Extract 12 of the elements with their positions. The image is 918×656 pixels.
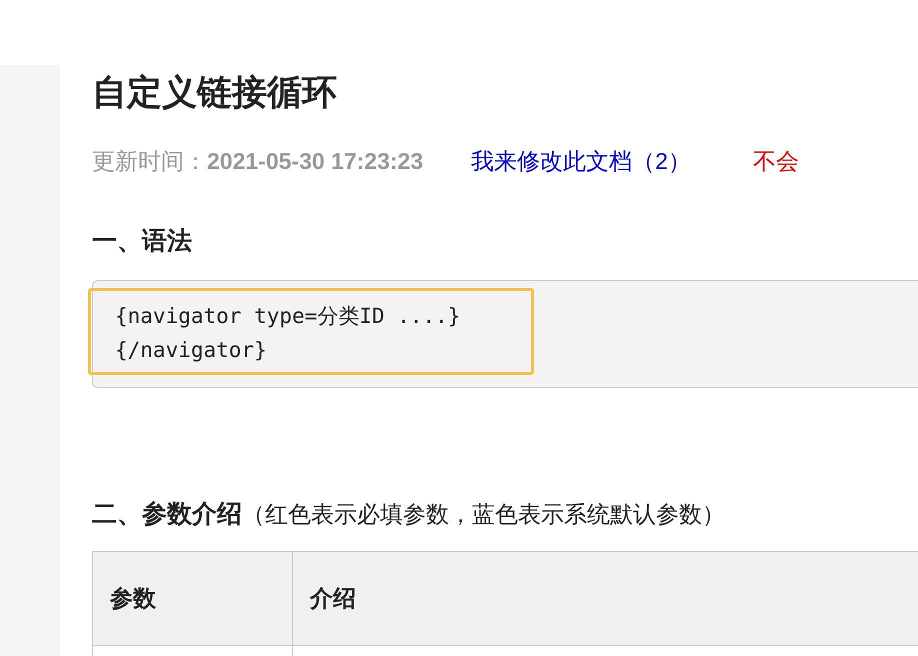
section-note: （红色表示必填参数，蓝色表示系统默认参数） bbox=[242, 500, 725, 528]
table-header-cell: 参数 bbox=[93, 552, 293, 645]
page-title: 自定义链接循环 bbox=[92, 75, 338, 110]
code-line: {/navigator} bbox=[115, 336, 268, 364]
table-header-cell-text: 介绍 bbox=[308, 584, 357, 614]
help-link[interactable]: 不会 bbox=[752, 144, 799, 178]
code-line: {navigator type=分类ID ....} bbox=[115, 302, 460, 330]
updated-label: 更新时间： bbox=[92, 147, 207, 176]
section-heading: 二、参数介绍 bbox=[92, 498, 242, 530]
updated-timestamp: 2021-05-30 17:23:23 bbox=[207, 147, 424, 176]
section-heading: 一、语法 bbox=[92, 228, 193, 254]
edit-document-link[interactable]: 我来修改此文档（2） bbox=[471, 144, 691, 178]
